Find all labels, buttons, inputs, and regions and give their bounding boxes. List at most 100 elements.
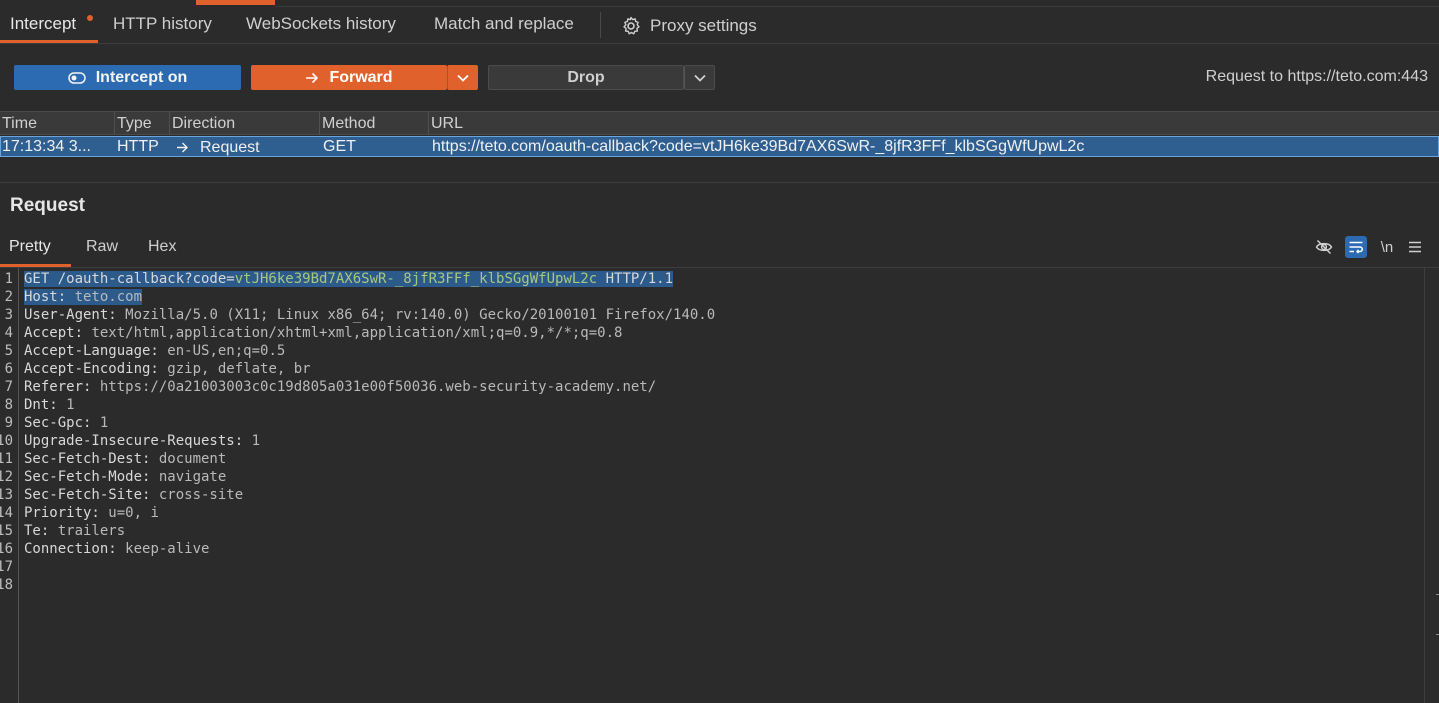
row-url: https://teto.com/oauth-callback?code=vtJ… [432,138,1085,155]
line-number-gutter: 1 2 3 4 5 6 7 8 9 10 11 12 13 14 15 16 17 18 [0,268,19,703]
line-number: 17 [0,559,13,575]
line-number: 5 [4,343,13,359]
line-number: 1 [4,271,13,287]
top-border [275,6,1439,7]
line-number: 10 [0,433,13,449]
wrap-icon [1349,241,1363,254]
line-number: 11 [0,451,13,467]
header-name: Upgrade-Insecure-Requests: [24,433,252,449]
code-line: User-Agent: Mozilla/5.0 (X11; Linux x86_… [24,306,715,324]
request-editor[interactable]: 1 2 3 4 5 6 7 8 9 10 11 12 13 14 15 16 17 18 GET /oauth-c… [0,268,1424,703]
header-value: trailers [57,523,126,539]
top-accent-line [196,0,275,5]
code-line: Accept: text/html,application/xhtml+xml,… [24,324,622,342]
code-line: Accept-Language: en-US,en;q=0.5 [24,342,285,360]
chevron-down-icon [457,74,469,82]
intercept-table-header: Time Type Direction Method URL [0,111,1439,135]
subtab-hex[interactable]: Hex [148,238,176,256]
header-name: Sec-Fetch-Dest: [24,451,159,467]
line-number: 7 [4,379,13,395]
editor-menu-button[interactable] [1404,236,1426,258]
toggle-icon [67,71,86,84]
line-number: 18 [0,577,13,593]
arrow-right-icon [306,72,319,83]
line-number: 6 [4,361,13,377]
header-name: Dnt: [24,397,67,413]
code-line: Sec-Fetch-Site: cross-site [24,486,243,504]
column-header-url[interactable]: URL [429,112,1439,135]
line-number: 16 [0,541,13,557]
header-value: https://0a21003003c0c19d805a031e00f50036… [99,379,657,395]
tab-proxy-settings-label: Proxy settings [650,16,757,35]
row-method: GET [323,138,356,155]
request-target-label: Request to https://teto.com:443 [1205,68,1428,85]
drop-options-dropdown[interactable] [684,65,715,90]
line-number: 8 [4,397,13,413]
column-header-time[interactable]: Time [0,112,115,135]
header-value: Mozilla/5.0 (X11; Linux x86_64; rv:140.0… [125,307,716,323]
line-number: 14 [0,505,13,521]
header-value: keep-alive [125,541,210,557]
code-line: Dnt: 1 [24,396,75,414]
forward-button[interactable]: Forward [251,65,447,90]
subtab-raw[interactable]: Raw [86,238,118,256]
subtab-pretty[interactable]: Pretty [9,238,51,256]
column-header-type[interactable]: Type [115,112,170,135]
forward-label: Forward [329,68,393,86]
code-line: GET /oauth-callback?code=vtJH6ke39Bd7AX6… [24,270,674,288]
row-direction-label: Request [200,138,260,156]
header-name: GET /oauth-callback?code= [24,271,235,287]
proxy-tab-bar: Intercept HTTP history WebSockets histor… [0,0,1439,44]
request-pane-title: Request [10,195,85,216]
tab-intercept[interactable]: Intercept [10,14,76,38]
header-value: text/html,application/xhtml+xml,applicat… [91,325,623,341]
line-number: 4 [4,325,13,341]
line-number: 12 [0,469,13,485]
intercept-indicator-dot [87,15,93,21]
header-name: User-Agent: [24,307,126,323]
header-value: navigate [158,469,227,485]
header-value: 1 [66,397,75,413]
tab-http-history[interactable]: HTTP history [113,14,212,38]
active-tab-underline [0,40,98,43]
code-line: Connection: keep-alive [24,540,209,558]
header-name: Accept: [24,325,92,341]
header-name: Accept-Language: [24,343,168,359]
tab-separator [600,12,601,38]
forward-options-dropdown[interactable] [447,65,478,90]
header-value: 1 [251,433,261,449]
code-line: Priority: u=0, i [24,504,159,522]
row-time: 17:13:34 3... [2,138,91,155]
line-number: 3 [4,307,13,323]
gear-icon [623,16,640,35]
column-header-direction[interactable]: Direction [170,112,320,135]
header-name: Referer: [24,379,100,395]
menu-icon [1409,241,1421,253]
word-wrap-toggle[interactable] [1345,236,1367,258]
column-header-method[interactable]: Method [320,112,429,135]
header-name: Sec-Fetch-Mode: [24,469,159,485]
line-number: 13 [0,487,13,503]
header-name: Host: [24,289,75,305]
header-value: vtJH6ke39Bd7AX6SwR-_8jfR3FFf_klbSGgWfUpw… [234,271,598,287]
intercept-toggle-button[interactable]: Intercept on [14,65,241,90]
header-name: Sec-Gpc: [24,415,100,431]
line-number: 9 [4,415,13,431]
show-newlines-toggle[interactable]: \n [1376,236,1398,258]
header-value: en-US,en;q=0.5 [167,343,286,359]
table-row[interactable]: 17:13:34 3... HTTP Request GET https://t… [0,136,1439,157]
hide-non-printable-button[interactable] [1313,236,1335,258]
line-number: 15 [0,523,13,539]
code-line: Referer: https://0a21003003c0c19d805a031… [24,378,656,396]
header-name: Sec-Fetch-Site: [24,487,159,503]
editor-scrollbar[interactable] [1424,268,1439,703]
tab-match-and-replace[interactable]: Match and replace [434,14,574,38]
header-value: cross-site [158,487,244,503]
drop-button[interactable]: Drop [488,65,684,90]
intercept-toggle-label: Intercept on [95,68,188,86]
header-name: Priority: [24,505,109,521]
tab-proxy-settings[interactable]: Proxy settings [621,14,757,38]
arrow-right-icon [177,142,188,152]
chevron-down-icon [693,74,706,82]
tab-websockets-history[interactable]: WebSockets history [246,14,396,38]
